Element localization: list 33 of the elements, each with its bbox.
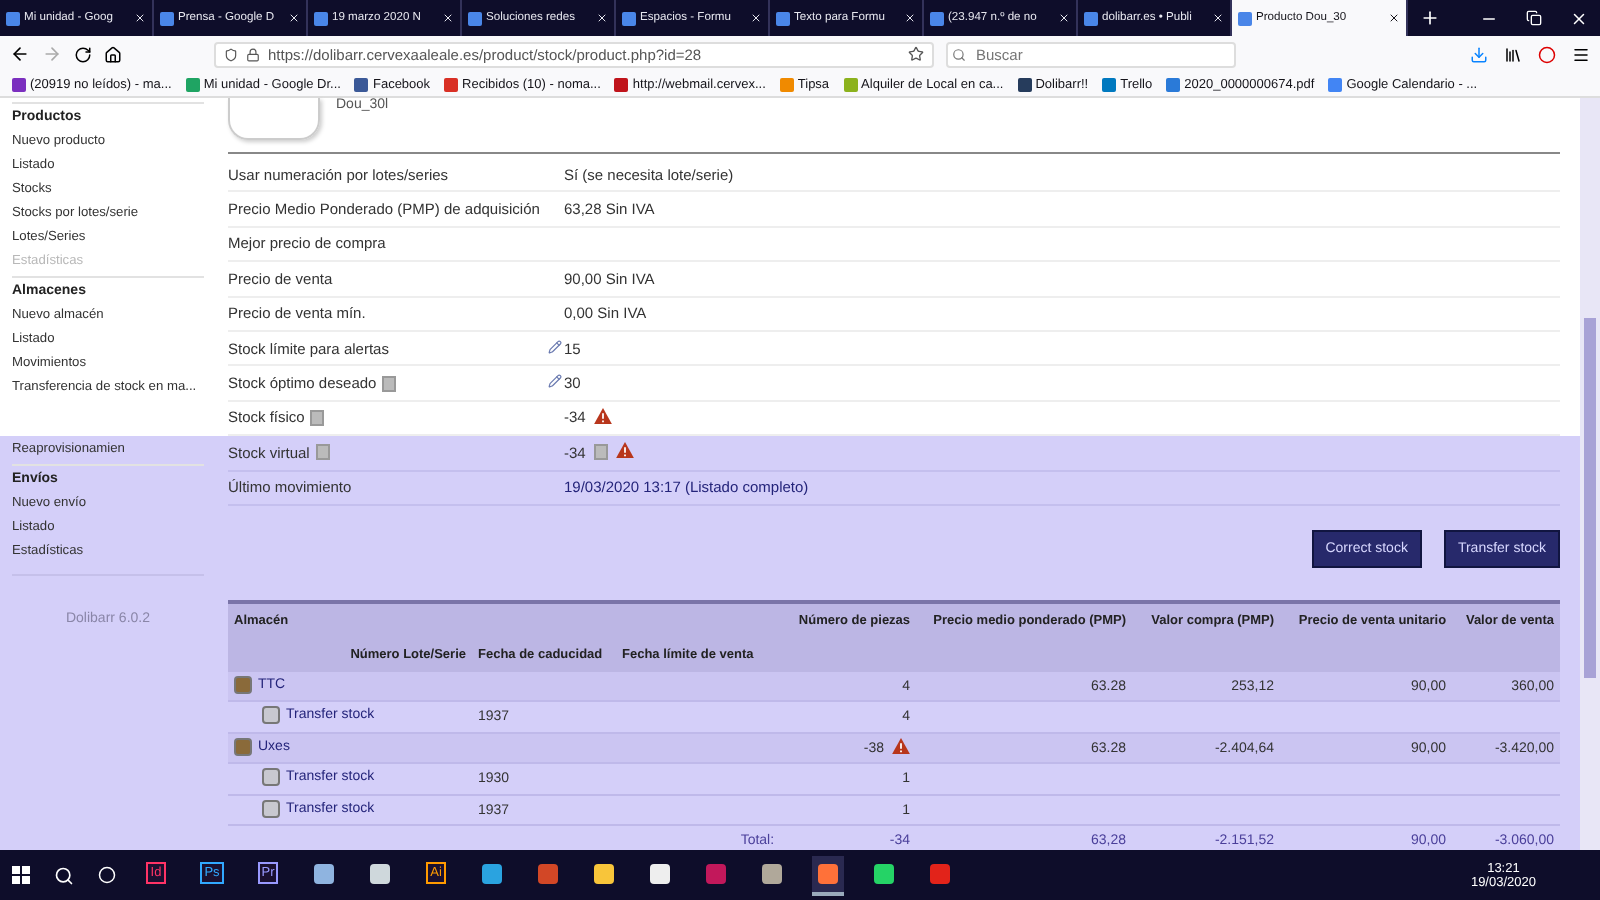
favicon-icon bbox=[6, 11, 20, 25]
windows-icon[interactable] bbox=[12, 866, 30, 884]
download-icon[interactable] bbox=[1470, 45, 1488, 63]
favicon-icon bbox=[622, 11, 636, 25]
favicon-icon bbox=[1238, 11, 1252, 25]
favicon-icon bbox=[1084, 11, 1098, 25]
home-icon[interactable] bbox=[104, 45, 122, 63]
taskbar-app[interactable] bbox=[812, 855, 844, 895]
favicon-icon bbox=[930, 11, 944, 25]
library-icon[interactable] bbox=[1504, 45, 1522, 63]
lock-icon bbox=[246, 47, 260, 61]
favicon-icon bbox=[314, 11, 328, 25]
favicon-icon bbox=[776, 11, 790, 25]
edit-icon[interactable] bbox=[548, 374, 562, 389]
warning-icon bbox=[615, 442, 634, 459]
back-icon[interactable] bbox=[10, 44, 30, 64]
warning-icon bbox=[892, 738, 911, 755]
box-icon bbox=[234, 737, 252, 756]
photo-placeholder bbox=[228, 98, 320, 140]
restore-icon[interactable] bbox=[1526, 10, 1542, 26]
menu-icon[interactable] bbox=[1572, 45, 1590, 63]
warning-icon bbox=[593, 407, 612, 424]
shield-icon bbox=[224, 47, 238, 61]
favicon-icon bbox=[468, 11, 482, 25]
favicon-icon bbox=[160, 11, 174, 25]
reload-icon[interactable] bbox=[74, 45, 92, 63]
new-tab-icon[interactable] bbox=[1420, 8, 1440, 28]
box-icon bbox=[234, 675, 252, 694]
search-icon[interactable] bbox=[54, 865, 74, 885]
scrollbar-thumb[interactable] bbox=[1584, 318, 1596, 678]
edit-icon[interactable] bbox=[548, 339, 562, 354]
close-icon[interactable] bbox=[1388, 12, 1400, 24]
star-icon[interactable] bbox=[908, 46, 924, 62]
